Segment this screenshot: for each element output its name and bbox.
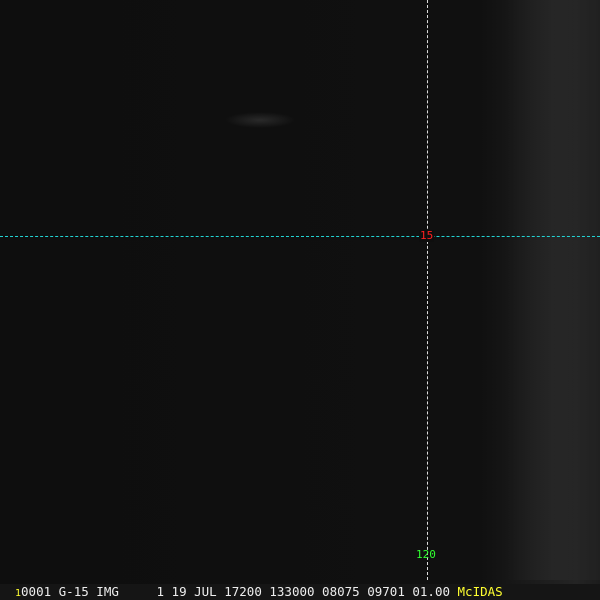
longitude-label: 120 bbox=[416, 548, 436, 561]
image-info: 0001 G-15 IMG 1 19 JUL 17200 133000 0807… bbox=[21, 584, 450, 599]
mcidas-brand: McIDAS bbox=[457, 584, 503, 599]
cloud-feature bbox=[505, 0, 600, 580]
satellite-image-display[interactable]: 15 120 10001 G-15 IMG 1 19 JUL 17200 133… bbox=[0, 0, 600, 600]
cloud-feature bbox=[225, 112, 295, 128]
status-bar: 10001 G-15 IMG 1 19 JUL 17200 133000 080… bbox=[0, 584, 600, 600]
longitude-grid-line bbox=[427, 0, 428, 580]
latitude-label: 15 bbox=[419, 229, 435, 242]
latitude-grid-line bbox=[0, 236, 600, 237]
